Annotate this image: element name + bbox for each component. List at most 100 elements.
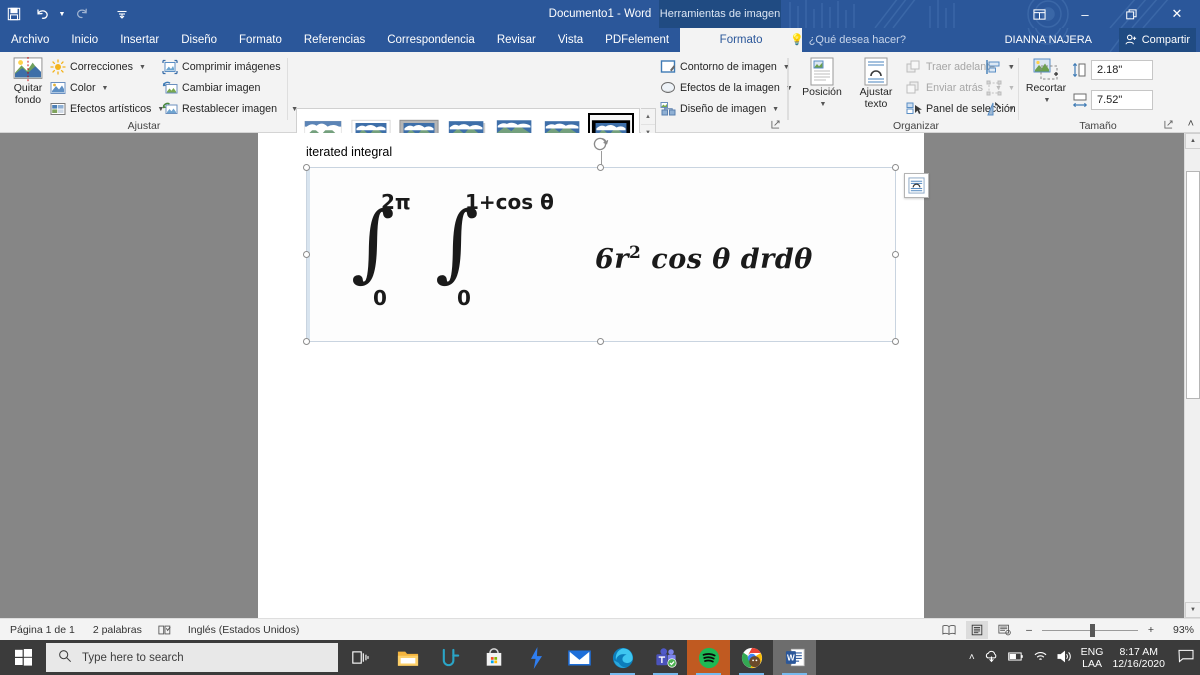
scroll-down-button[interactable]: ▼ [1185,602,1200,618]
tab-formato[interactable]: Formato [228,28,293,52]
position-button[interactable]: Posición ▼ [794,57,850,110]
corrections-button[interactable]: Correcciones ▼ [50,57,146,77]
file-explorer-icon[interactable] [386,640,429,675]
change-picture-button[interactable]: Cambiar imagen [162,78,260,98]
wifi-icon[interactable] [1033,650,1048,665]
microsoft-edge-icon[interactable] [601,640,644,675]
handle-top-center[interactable] [597,164,604,171]
minimize-button[interactable]: – [1062,0,1108,28]
zoom-level[interactable]: 93% [1164,624,1194,636]
chevron-down-icon[interactable]: ▼ [139,64,146,71]
redo-icon[interactable] [68,0,96,28]
document-page[interactable]: iterated integral ∫ 2π 0 ∫ 1+cos θ 0 6r2… [258,133,929,618]
close-button[interactable]: ✕ [1154,0,1200,28]
scroll-up-button[interactable]: ▲ [1185,133,1200,149]
proofing-icon[interactable] [158,624,172,636]
tab-referencias[interactable]: Referencias [293,28,376,52]
handle-bottom-center[interactable] [597,338,604,345]
undo-icon[interactable] [28,0,56,28]
clock[interactable]: 8:17 AM 12/16/2020 [1112,646,1165,670]
language-indicator-tray[interactable]: ENG LAA [1081,646,1104,670]
microsoft-teams-icon[interactable] [644,640,687,675]
search-taskbar[interactable]: Type here to search [46,643,338,672]
gallery-scroll-up-icon[interactable]: ▲ [641,109,655,126]
picture-layout-button[interactable]: Diseño de imagen ▼ [660,99,779,119]
cisco-webex-icon[interactable] [429,640,472,675]
chevron-down-icon[interactable]: ▼ [102,85,109,92]
language-indicator[interactable]: Inglés (Estados Unidos) [188,624,299,636]
rotation-handle[interactable] [593,136,609,152]
shape-height-input[interactable]: 2.18" [1091,60,1153,80]
artistic-effects-button[interactable]: Efectos artísticos ▼ [50,99,164,119]
spotify-icon[interactable] [687,640,730,675]
zoom-in-button[interactable]: + [1144,624,1158,636]
word-count[interactable]: 2 palabras [93,624,142,636]
google-chrome-icon[interactable] [730,640,773,675]
layout-options-button[interactable] [904,173,929,198]
zoom-out-button[interactable]: – [1022,624,1036,636]
microsoft-word-icon[interactable]: W [773,640,816,675]
page-indicator[interactable]: Página 1 de 1 [10,624,75,636]
color-button[interactable]: Color ▼ [50,78,108,98]
tab-correspondencia[interactable]: Correspondencia [376,28,486,52]
reset-picture-button[interactable]: Restablecer imagen ▼ [162,99,298,119]
web-layout-button[interactable] [994,621,1016,639]
handle-top-right[interactable] [892,164,899,171]
collapse-ribbon-icon[interactable]: ˄ [1188,118,1194,130]
task-view-button[interactable] [338,640,382,675]
volume-icon[interactable] [1057,650,1072,666]
tab-diseno[interactable]: Diseño [170,28,228,52]
action-center-icon[interactable] [1178,649,1194,666]
size-dialog-launcher[interactable] [1164,120,1173,131]
zoom-slider[interactable] [1042,623,1138,637]
align-objects-button[interactable]: ▼ [986,57,1015,77]
start-button[interactable] [0,640,46,675]
scroll-thumb[interactable] [1186,171,1200,399]
tab-formato-imagen[interactable]: Formato [680,28,803,52]
selected-picture[interactable]: ∫ 2π 0 ∫ 1+cos θ 0 6r2 cos θ drdθ [303,137,899,345]
microsoft-store-icon[interactable] [472,640,515,675]
remove-background-button[interactable]: Quitar fondo [6,57,50,106]
chevron-down-icon[interactable]: ▼ [820,99,827,111]
print-layout-button[interactable] [966,621,988,639]
tab-vista[interactable]: Vista [547,28,594,52]
crop-button[interactable]: Recortar ▼ [1022,57,1070,106]
save-icon[interactable] [0,0,28,28]
restore-button[interactable] [1108,0,1154,28]
shape-width-input[interactable]: 7.52" [1091,90,1153,110]
chevron-down-icon[interactable]: ▼ [772,106,779,113]
ribbon-display-options-icon[interactable] [1016,0,1062,28]
mail-icon[interactable] [558,640,601,675]
chevron-down-icon[interactable]: ▼ [1008,106,1015,113]
read-mode-button[interactable] [938,621,960,639]
rotate-objects-button[interactable]: ▼ [986,99,1015,119]
share-button[interactable]: Compartir [1118,28,1196,52]
picture-border-button[interactable]: Contorno de imagen ▼ [660,57,790,77]
onedrive-icon[interactable] [984,649,999,666]
handle-middle-right[interactable] [892,250,899,258]
show-hidden-icons-button[interactable]: ˄ [969,652,975,663]
customize-quick-access-icon[interactable] [108,0,136,28]
account-name[interactable]: DIANNA NAJERA [1005,28,1092,52]
flash-icon[interactable] [515,640,558,675]
picture-styles-dialog-launcher[interactable] [771,120,780,131]
undo-dropdown-icon[interactable]: ▼ [56,0,68,28]
tab-inicio[interactable]: Inicio [60,28,109,52]
tab-insertar[interactable]: Insertar [109,28,170,52]
picture-effects-button[interactable]: Efectos de la imagen ▼ [660,78,793,98]
zoom-slider-thumb[interactable] [1090,624,1095,637]
handle-top-left[interactable] [303,164,310,171]
handle-middle-left[interactable] [303,250,310,258]
tab-archivo[interactable]: Archivo [0,28,60,52]
battery-icon[interactable] [1007,651,1024,665]
chevron-down-icon[interactable]: ▼ [1008,64,1015,71]
tell-me-box[interactable]: 💡 ¿Qué desea hacer? [790,28,906,52]
handle-bottom-left[interactable] [303,338,310,345]
tab-revisar[interactable]: Revisar [486,28,547,52]
chevron-down-icon[interactable]: ▼ [1044,95,1051,107]
wrap-text-button[interactable]: Ajustar texto [850,57,902,110]
compress-pictures-button[interactable]: Comprimir imágenes [162,57,281,77]
handle-bottom-right[interactable] [892,338,899,345]
tab-pdfelement[interactable]: PDFelement [594,28,680,52]
vertical-scrollbar[interactable]: ▲ ▼ [1184,133,1200,618]
